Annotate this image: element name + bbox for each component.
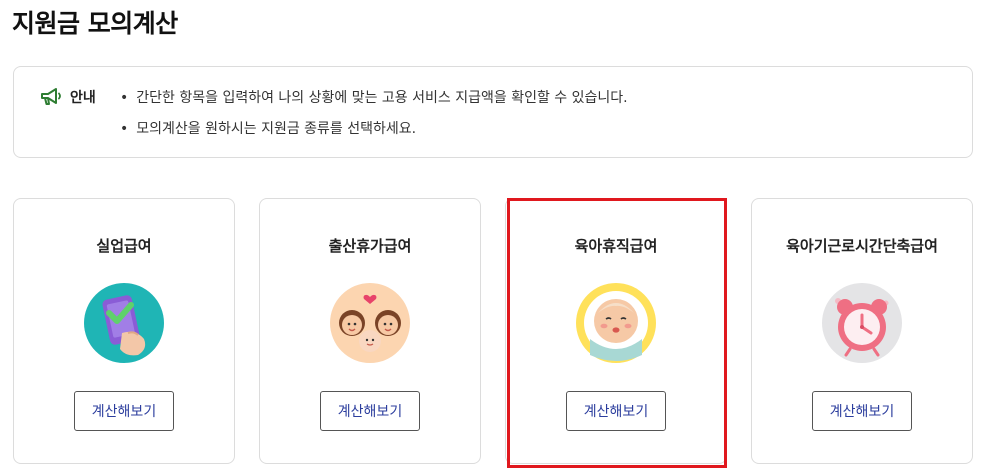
card-title: 실업급여 xyxy=(96,237,152,255)
card-title: 육아휴직급여 xyxy=(574,237,658,255)
notice-line: 간단한 항목을 입력하여 나의 상황에 맞는 고용 서비스 지급액을 확인할 수… xyxy=(120,87,627,107)
card-title: 출산휴가급여 xyxy=(328,237,412,255)
notice-line: 모의계산을 원하시는 지원금 종류를 선택하세요. xyxy=(120,118,416,138)
alarm-clock-icon xyxy=(822,283,902,363)
card-maternity-leave-benefit: 출산휴가급여 계산해보기 xyxy=(259,198,481,464)
calculate-button[interactable]: 계산해보기 xyxy=(320,391,420,431)
notice-label: 안내 xyxy=(70,90,96,106)
notice-box: 안내 간단한 항목을 입력하여 나의 상황에 맞는 고용 서비스 지급액을 확인… xyxy=(13,66,973,158)
megaphone-icon xyxy=(41,88,61,105)
calculate-button[interactable]: 계산해보기 xyxy=(566,391,666,431)
card-unemployment-benefit: 실업급여 계산해보기 xyxy=(13,198,235,464)
calculate-button[interactable]: 계산해보기 xyxy=(812,391,912,431)
calculate-button[interactable]: 계산해보기 xyxy=(74,391,174,431)
phone-check-icon xyxy=(84,283,164,363)
family-icon xyxy=(330,283,410,363)
page-title: 지원금 모의계산 xyxy=(12,9,178,38)
baby-icon xyxy=(576,283,656,363)
card-parental-leave-benefit: 육아휴직급여 계산해보기 xyxy=(505,198,727,464)
card-reduced-working-hours-benefit: 육아기근로시간단축급여 계산해보기 xyxy=(751,198,973,464)
card-title: 육아기근로시간단축급여 xyxy=(786,237,938,255)
